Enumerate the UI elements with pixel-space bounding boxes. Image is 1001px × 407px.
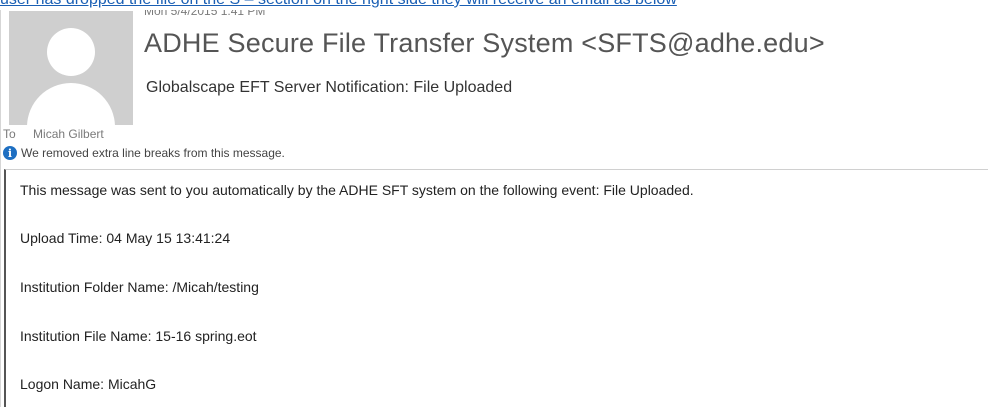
caption-link[interactable]: user has dropped the file on the S – sec… <box>0 0 1001 9</box>
email-sender: ADHE Secure File Transfer System <SFTS@a… <box>144 28 825 58</box>
info-icon: i <box>3 146 17 160</box>
info-message[interactable]: We removed extra line breaks from this m… <box>21 146 285 160</box>
body-line-folder-name: Institution Folder Name: /Micah/testing <box>20 279 259 295</box>
recipient-name[interactable]: Micah Gilbert <box>33 127 104 141</box>
avatar-shoulders <box>27 83 115 125</box>
info-bar: i We removed extra line breaks from this… <box>3 144 285 162</box>
body-line-file-name: Institution File Name: 15-16 spring.eot <box>20 328 257 344</box>
body-line-upload-time: Upload Time: 04 May 15 13:41:24 <box>20 230 231 246</box>
email-subject: Globalscape EFT Server Notification: Fil… <box>146 79 513 96</box>
body-line-logon-name: Logon Name: MicahG <box>20 376 157 392</box>
email-screenshot: Mon 5/4/2015 1:41 PM ADHE Secure File Tr… <box>0 10 989 407</box>
document-root: user has dropped the file on the S – sec… <box>0 0 1001 407</box>
avatar-head <box>47 28 95 76</box>
person-avatar-icon <box>9 11 133 125</box>
email-date: Mon 5/4/2015 1:41 PM <box>144 10 266 18</box>
body-line-intro: This message was sent to you automatical… <box>20 182 694 198</box>
to-label: To <box>3 127 16 141</box>
email-body: This message was sent to you automatical… <box>4 169 988 407</box>
email-recipient-line: To Micah Gilbert <box>3 127 104 141</box>
